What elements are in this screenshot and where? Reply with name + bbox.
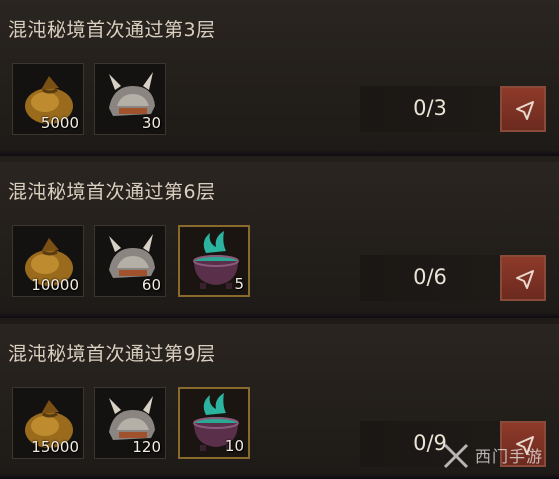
go-button[interactable] xyxy=(500,255,546,301)
go-button[interactable] xyxy=(500,86,546,132)
reward-quantity: 10000 xyxy=(31,276,79,294)
reward-quantity: 5 xyxy=(234,275,244,293)
reward-slot-gold[interactable]: 5000 xyxy=(12,63,84,135)
progress-box: 0/3 xyxy=(360,86,500,132)
x-logo-icon xyxy=(443,443,469,469)
progress-box: 0/6 xyxy=(360,255,500,301)
reward-slot-gold[interactable]: 10000 xyxy=(12,225,84,297)
reward-slot-gold[interactable]: 15000 xyxy=(12,387,84,459)
task-row: 混沌秘境首次通过第6层 10000 60 5 0/6 xyxy=(0,162,559,318)
arrow-cursor-icon xyxy=(516,270,534,289)
reward-quantity: 5000 xyxy=(40,114,79,132)
reward-quantity: 120 xyxy=(132,438,161,456)
task-title: 混沌秘境首次通过第9层 xyxy=(8,343,216,365)
reward-quantity: 15000 xyxy=(31,438,79,456)
reward-quantity: 30 xyxy=(141,114,161,132)
reward-slot-helmet[interactable]: 60 xyxy=(94,225,166,297)
reward-slot-cauldron[interactable]: 5 xyxy=(178,225,250,297)
arrow-cursor-icon xyxy=(516,101,534,120)
task-title: 混沌秘境首次通过第3层 xyxy=(8,19,216,41)
task-list-panel: 混沌秘境首次通过第3层 5000 30 0/3 混沌秘境首次通过第6层 1000… xyxy=(0,0,559,479)
watermark: 西门手游 xyxy=(441,441,553,473)
task-row: 混沌秘境首次通过第3层 5000 30 0/3 xyxy=(0,0,559,156)
reward-slot-helmet[interactable]: 30 xyxy=(94,63,166,135)
reward-quantity: 60 xyxy=(141,276,161,294)
reward-slot-cauldron[interactable]: 10 xyxy=(178,387,250,459)
progress-text: 0/6 xyxy=(413,265,447,289)
progress-text: 0/3 xyxy=(413,96,447,120)
reward-slot-helmet[interactable]: 120 xyxy=(94,387,166,459)
watermark-text: 西门手游 xyxy=(475,447,544,466)
task-title: 混沌秘境首次通过第6层 xyxy=(8,181,216,203)
reward-quantity: 10 xyxy=(224,437,244,455)
